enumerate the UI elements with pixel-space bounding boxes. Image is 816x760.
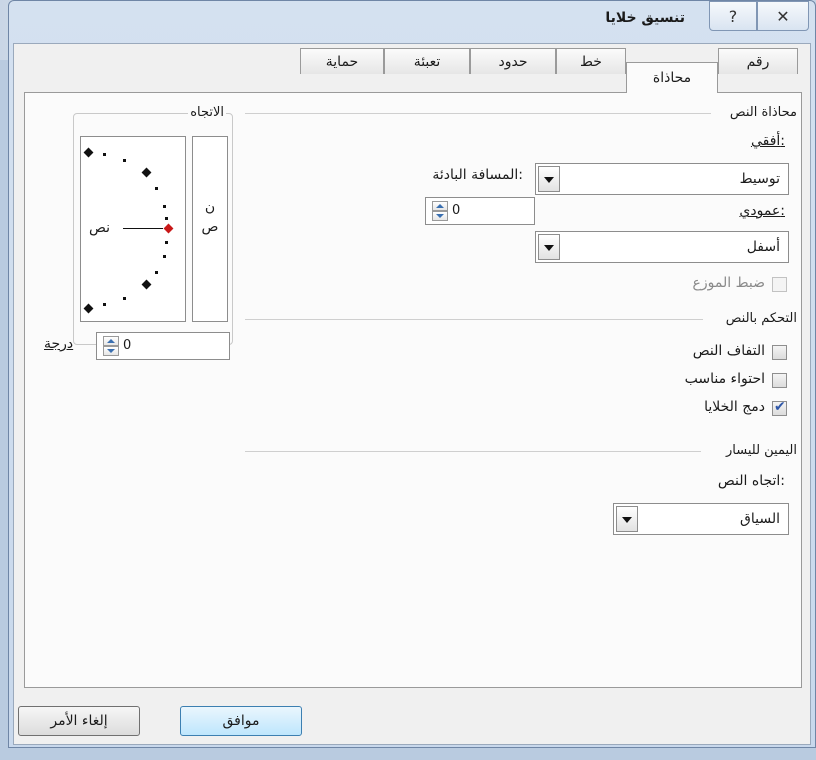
alignment-panel: محاذاة النص أفقي: توسيط المسافة البادئة:… (24, 92, 802, 688)
justify-distributed-checkbox[interactable] (772, 277, 787, 292)
indent-label: المسافة البادئة: (432, 167, 523, 183)
separator (245, 113, 711, 114)
degrees-label: درجة (44, 336, 74, 352)
vertical-text-box[interactable]: ن ص (192, 136, 228, 322)
text-control-group-label: التحكم بالنص (723, 311, 799, 326)
merge-cells-label: دمج الخلايا (704, 399, 765, 415)
tab-fill[interactable]: تعبئة (384, 48, 470, 74)
chevron-down-icon[interactable] (616, 506, 638, 532)
dial-point (83, 147, 94, 158)
format-cells-dialog: تنسيق خلايا ? ✕ رقم محاذاة خط حدود تعبئة… (8, 0, 816, 748)
dial-selected-point (163, 223, 174, 234)
text-direction-label: اتجاه النص: (717, 473, 785, 489)
chevron-down-icon[interactable] (538, 234, 560, 260)
vertical-select[interactable]: أسفل (535, 231, 789, 263)
dial-point (123, 297, 126, 300)
orientation-group-label: الاتجاه (188, 105, 226, 120)
dial-point (165, 241, 168, 244)
text-direction-value: السياق (740, 511, 780, 527)
vertical-label: عمودي: (739, 203, 785, 219)
dial-text: نص (89, 220, 111, 236)
horizontal-value: توسيط (739, 171, 780, 187)
tab-border[interactable]: حدود (470, 48, 556, 74)
separator (245, 319, 703, 320)
close-button[interactable]: ✕ (757, 1, 809, 31)
shrink-to-fit-checkbox[interactable] (772, 373, 787, 388)
rtl-group-label: اليمين لليسار (724, 443, 799, 458)
justify-distributed-label: ضبط الموزع (692, 275, 765, 291)
indent-value: 0 (452, 203, 461, 218)
dial-point (165, 217, 168, 220)
orientation-group: الاتجاه ن ص نص 0 درجة (44, 105, 233, 360)
dial-point (155, 271, 158, 274)
dialog-title: تنسيق خلايا (605, 10, 685, 26)
dial-point (163, 255, 166, 258)
horizontal-label: أفقي: (750, 133, 785, 149)
chevron-down-icon[interactable] (538, 166, 560, 192)
ok-button[interactable]: موافق (180, 706, 302, 736)
tab-protection[interactable]: حماية (300, 48, 384, 74)
tab-font[interactable]: خط (556, 48, 626, 74)
spinner-arrows-icon[interactable] (432, 201, 448, 221)
help-button[interactable]: ? (709, 1, 757, 31)
shrink-to-fit-label: احتواء مناسب (684, 371, 765, 387)
degrees-value: 0 (123, 338, 132, 353)
dial-point (141, 279, 152, 290)
dial-point (141, 167, 152, 178)
merge-cells-checkbox[interactable] (772, 399, 787, 416)
degrees-spinner[interactable]: 0 (96, 332, 230, 360)
spinner-arrows-icon[interactable] (103, 336, 119, 356)
title-bar: تنسيق خلايا ? ✕ (9, 1, 815, 43)
orientation-dial[interactable]: نص (80, 136, 186, 322)
horizontal-select[interactable]: توسيط (535, 163, 789, 195)
indent-spinner[interactable]: 0 (425, 197, 535, 225)
text-direction-select[interactable]: السياق (613, 503, 789, 535)
dial-point (103, 153, 106, 156)
vertical-text-char: ص (201, 219, 219, 235)
wrap-text-label: التفاف النص (692, 343, 765, 359)
tab-number[interactable]: رقم (718, 48, 798, 74)
dial-point (83, 303, 94, 314)
tab-alignment[interactable]: محاذاة (626, 62, 718, 93)
dial-point (123, 159, 126, 162)
cancel-button[interactable]: إلغاء الأمر (18, 706, 140, 736)
dial-point (163, 205, 166, 208)
vertical-text-char: ن (204, 199, 216, 215)
separator (245, 451, 701, 452)
text-alignment-group-label: محاذاة النص (727, 105, 799, 120)
dial-pointer-line (123, 228, 163, 229)
vertical-value: أسفل (746, 239, 780, 255)
dial-point (155, 187, 158, 190)
dialog-client: رقم محاذاة خط حدود تعبئة حماية محاذاة ال… (13, 43, 811, 745)
wrap-text-checkbox[interactable] (772, 345, 787, 360)
dial-point (103, 303, 106, 306)
